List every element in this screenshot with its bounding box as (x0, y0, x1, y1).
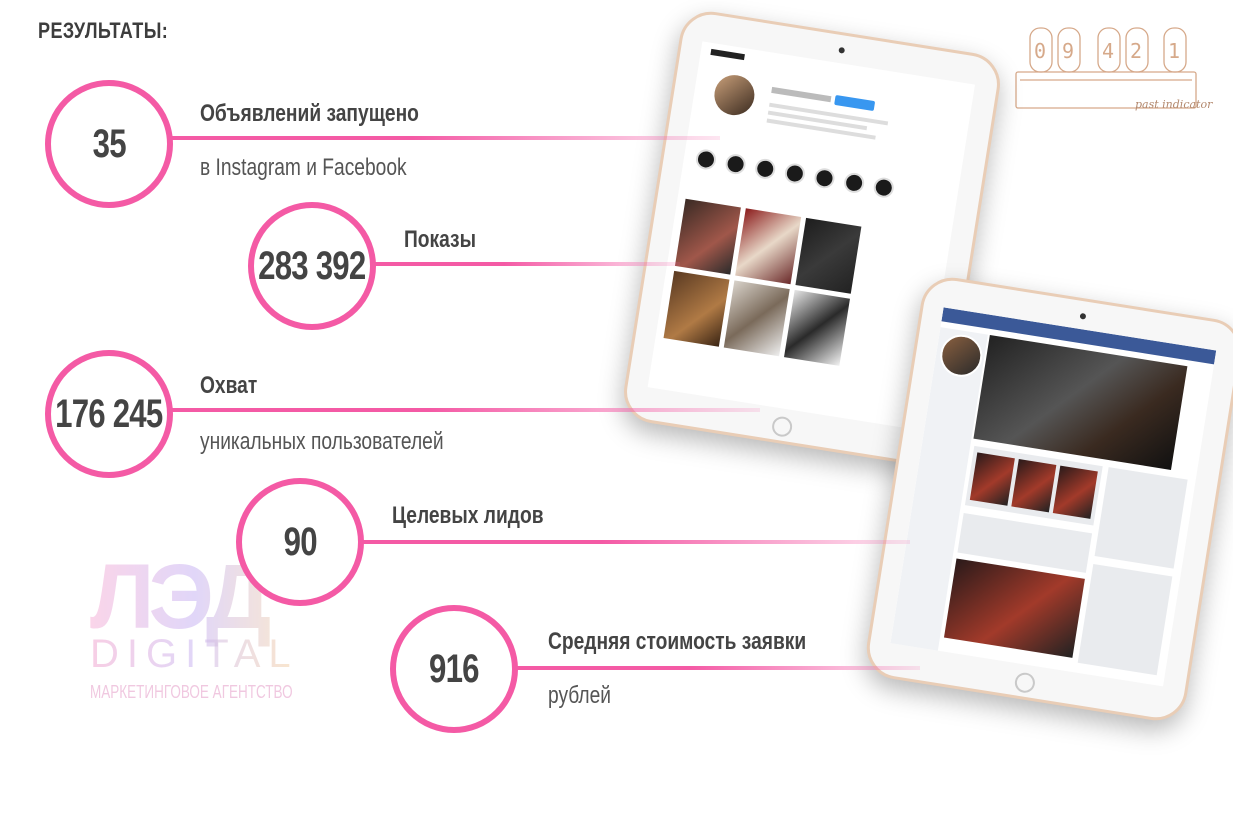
metric-sublabel: в Instagram и Facebook (200, 154, 407, 181)
metric-connector-line (350, 540, 910, 544)
metric-value: 176 245 (55, 391, 163, 436)
metric-label: Показы (404, 226, 476, 253)
metric-connector-line (160, 408, 760, 412)
metric-label: Объявлений запущено (200, 100, 419, 127)
metric-connector-line (360, 262, 680, 266)
nixie-digit: 1 (1168, 39, 1180, 63)
instagram-photo-grid (663, 198, 864, 366)
agency-logo-name: DIGITAL (90, 632, 299, 676)
nixie-digit: 2 (1130, 39, 1142, 63)
tablet-home-button (1013, 671, 1037, 695)
metric-circle: 90 (236, 478, 364, 606)
profile-avatar (711, 72, 758, 118)
instagram-post (663, 270, 730, 347)
instagram-post (674, 198, 741, 275)
metric-circle: 35 (45, 80, 173, 208)
metric-sublabel: рублей (548, 682, 612, 709)
brand-name: past indicator (1135, 98, 1213, 111)
metric-circle: 916 (390, 605, 518, 733)
page-title: РЕЗУЛЬТАТЫ: (38, 18, 169, 43)
tablet-facebook (862, 273, 1233, 725)
metric-label: Целевых лидов (392, 502, 544, 529)
instagram-post (795, 217, 862, 294)
metric-value: 916 (429, 646, 480, 691)
metric-circle: 283 392 (248, 202, 376, 330)
metric-label: Средняя стоимость заявки (548, 628, 807, 655)
metric-sublabel: уникальных пользователей (200, 428, 444, 455)
tablet-camera (838, 46, 846, 54)
metric-circle: 176 245 (45, 350, 173, 478)
facebook-screenshot (890, 307, 1217, 687)
nixie-digit: 9 (1062, 39, 1074, 63)
metric-connector-line (500, 666, 920, 670)
instagram-post (735, 208, 802, 285)
agency-logo-tagline: МАРКЕТИНГОВОЕ АГЕНТСТВО (90, 682, 293, 702)
metric-value: 283 392 (258, 243, 366, 288)
metric-label: Охват (200, 372, 258, 399)
metric-value: 35 (92, 121, 126, 166)
metric-value: 90 (283, 519, 317, 564)
nixie-digit: 0 (1034, 39, 1046, 63)
nixie-digit: 4 (1102, 39, 1114, 63)
metric-connector-line (160, 136, 720, 140)
tablet-camera (1079, 312, 1087, 320)
tablet-home-button (770, 415, 794, 439)
instagram-post (784, 289, 850, 366)
instagram-post (723, 280, 790, 357)
